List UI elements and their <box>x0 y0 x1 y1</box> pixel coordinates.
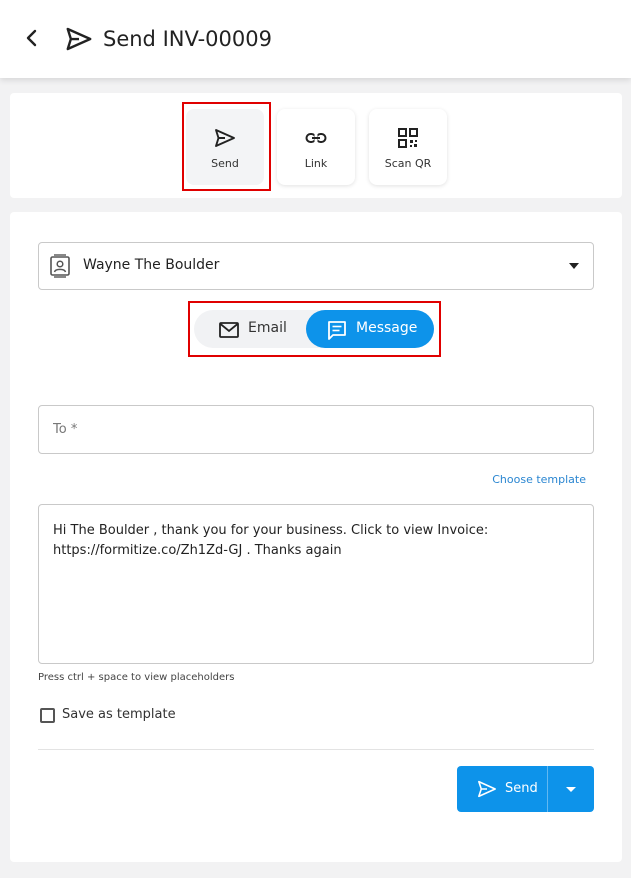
send-split-button: Send <box>457 766 594 812</box>
to-input[interactable] <box>39 406 593 453</box>
save-as-template-checkbox[interactable] <box>40 708 55 723</box>
email-channel-label: Email <box>248 320 287 336</box>
page-header: Send INV-00009 <box>0 0 631 78</box>
link-mode-tile[interactable]: Link <box>277 109 355 185</box>
channel-toggle: Email Message <box>194 310 434 348</box>
mail-icon <box>219 322 239 338</box>
qr-code-icon <box>398 128 418 148</box>
save-as-template-label: Save as template <box>62 707 176 722</box>
message-line-2: https://formitize.co/Zh1Zd-GJ . Thanks a… <box>53 543 342 558</box>
message-icon <box>328 321 346 340</box>
contact-card-icon <box>50 254 70 278</box>
message-line-1: Hi The Boulder , thank you for your busi… <box>53 523 489 538</box>
placeholder-hint: Press ctrl + space to view placeholders <box>38 672 235 683</box>
send-options-dropdown[interactable] <box>548 766 594 812</box>
send-mode-label: Send <box>211 157 239 170</box>
send-button[interactable]: Send <box>457 766 547 812</box>
page-title: Send INV-00009 <box>103 27 272 51</box>
message-body-textarea[interactable]: Hi The Boulder , thank you for your busi… <box>38 504 594 664</box>
to-field[interactable] <box>38 405 594 454</box>
contact-select[interactable]: Wayne The Boulder <box>38 242 594 290</box>
send-form-panel: Wayne The Boulder Email Message Choose t… <box>10 212 622 862</box>
message-channel-button[interactable]: Message <box>306 310 434 348</box>
contact-name: Wayne The Boulder <box>83 257 220 273</box>
message-channel-label: Message <box>356 320 418 336</box>
send-icon <box>66 27 92 51</box>
send-icon <box>478 780 496 798</box>
scan-qr-mode-label: Scan QR <box>384 157 432 170</box>
email-channel-button[interactable]: Email <box>194 310 306 348</box>
send-icon <box>215 129 235 147</box>
dropdown-caret-icon <box>569 263 579 269</box>
link-mode-label: Link <box>304 157 328 170</box>
link-icon <box>305 133 327 143</box>
chevron-down-icon <box>566 787 576 792</box>
scan-qr-mode-tile[interactable]: Scan QR <box>369 109 447 185</box>
divider <box>38 749 594 750</box>
choose-template-link[interactable]: Choose template <box>492 473 586 486</box>
share-mode-panel: Send Link Scan QR <box>10 93 622 198</box>
send-mode-tile[interactable]: Send <box>186 109 264 185</box>
chevron-left-icon[interactable] <box>20 26 44 50</box>
send-button-label: Send <box>505 781 538 796</box>
